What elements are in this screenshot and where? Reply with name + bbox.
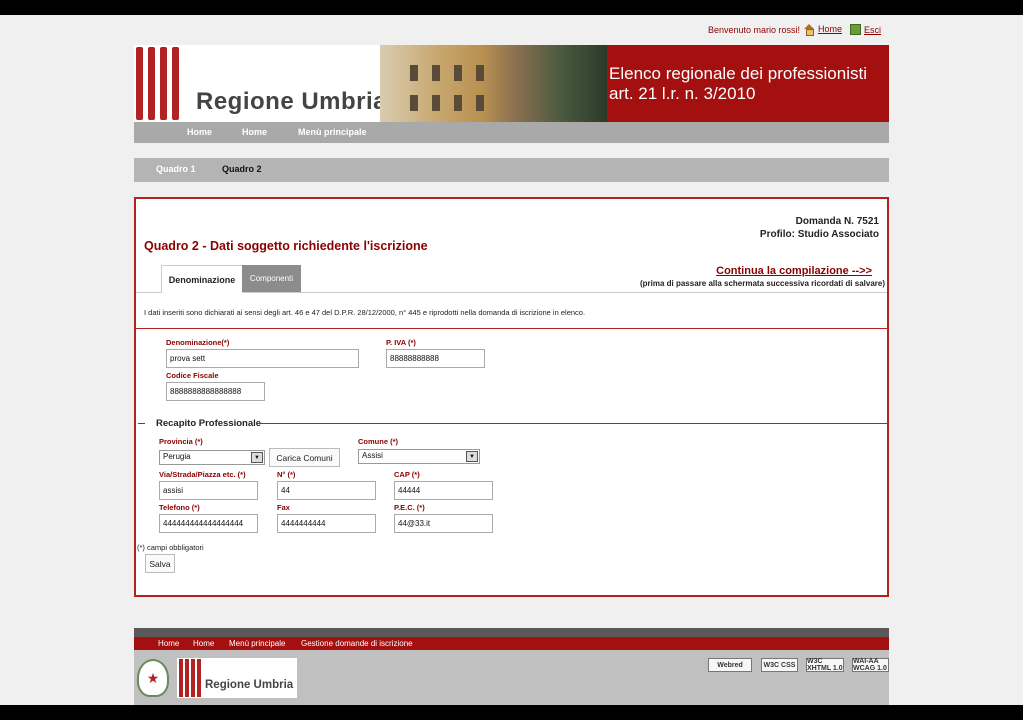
- provincia-label: Provincia (*): [159, 437, 203, 446]
- welcome-message: Benvenuto mario rossi!: [708, 25, 801, 35]
- footer-nav: Home Home Menù principale Gestione doman…: [134, 637, 889, 650]
- fieldset-rule-left: [138, 423, 145, 424]
- home-link-label[interactable]: Home: [818, 24, 842, 34]
- home-icon: [803, 24, 815, 36]
- w3c-css-badge[interactable]: W3C CSS: [761, 658, 798, 672]
- via-label: Via/Strada/Piazza etc. (*): [159, 470, 246, 479]
- telefono-label: Telefono (*): [159, 503, 200, 512]
- denominazione-label: Denominazione(*): [166, 338, 230, 347]
- codice-fiscale-label: Codice Fiscale: [166, 371, 219, 380]
- quadri-nav: Quadro 1 Quadro 2: [134, 158, 889, 182]
- building-photo: [380, 45, 607, 122]
- tab-denominazione[interactable]: Denominazione: [161, 265, 243, 293]
- italian-republic-emblem-icon: [137, 659, 169, 697]
- cap-field[interactable]: [394, 481, 493, 500]
- carica-comuni-button[interactable]: Carica Comuni: [269, 448, 340, 467]
- continue-note: (prima di passare alla schermata success…: [639, 279, 885, 288]
- piva-label: P. IVA (*): [386, 338, 416, 347]
- logout-link-label[interactable]: Esci: [864, 25, 881, 35]
- fieldset-rule-right: [260, 423, 887, 424]
- region-logo-icon: [134, 45, 184, 122]
- region-name: Regione Umbria: [196, 88, 388, 115]
- bottom-black-bar: [0, 705, 1023, 720]
- domanda-info: Domanda N. 7521 Profilo: Studio Associat…: [760, 215, 879, 241]
- header-banner: Regione Umbria Elenco regionale dei prof…: [134, 45, 889, 122]
- fax-label: Fax: [277, 503, 290, 512]
- chevron-down-icon: ▼: [251, 452, 263, 463]
- nav-home-1[interactable]: Home: [187, 127, 212, 137]
- nav-home-2[interactable]: Home: [242, 127, 267, 137]
- recapito-title: Recapito Professionale: [156, 418, 262, 429]
- footer-region-name: Regione Umbria: [205, 679, 294, 691]
- comune-selected: Assisi: [362, 451, 383, 460]
- numero-label: N° (*): [277, 470, 296, 479]
- codice-fiscale-field[interactable]: [166, 382, 265, 401]
- exit-icon: [850, 24, 861, 35]
- telefono-field[interactable]: [159, 514, 258, 533]
- footer-gestione-domande[interactable]: Gestione domande di iscrizione: [301, 639, 413, 648]
- section-divider: [136, 328, 887, 329]
- pec-field[interactable]: [394, 514, 493, 533]
- w3c-xhtml-badge[interactable]: W3C XHTML 1.0: [806, 658, 844, 672]
- top-black-bar: [0, 0, 1023, 15]
- banner-title: Elenco regionale dei professionisti art.…: [607, 45, 889, 122]
- nav-main-menu[interactable]: Menù principale: [298, 127, 367, 137]
- footer-home-2[interactable]: Home: [193, 639, 214, 648]
- fax-field[interactable]: [277, 514, 376, 533]
- via-field[interactable]: [159, 481, 258, 500]
- footer-home-1[interactable]: Home: [158, 639, 179, 648]
- comune-label: Comune (*): [358, 437, 398, 446]
- provincia-select[interactable]: Perugia ▼: [159, 450, 265, 465]
- footer-main-menu[interactable]: Menù principale: [229, 639, 285, 648]
- footer: Regione Umbria Webred W3C CSS W3C XHTML …: [134, 650, 889, 705]
- banner-title-line2: art. 21 l.r. n. 3/2010: [609, 84, 756, 103]
- form-panel: Domanda N. 7521 Profilo: Studio Associat…: [134, 197, 889, 597]
- main-nav: Home Home Menù principale: [134, 122, 889, 143]
- banner-title-line1: Elenco regionale dei professionisti: [609, 64, 867, 83]
- cap-label: CAP (*): [394, 470, 420, 479]
- save-button[interactable]: Salva: [145, 554, 175, 573]
- piva-field[interactable]: [386, 349, 485, 368]
- nav-quadro-2[interactable]: Quadro 2: [222, 164, 262, 174]
- tab-componenti[interactable]: Componenti: [242, 265, 301, 292]
- footer-top-strip: [134, 628, 889, 637]
- provincia-selected: Perugia: [163, 452, 191, 461]
- legal-disclaimer: I dati inseriti sono dichiarati ai sensi…: [144, 308, 586, 317]
- comune-select[interactable]: Assisi ▼: [358, 449, 480, 464]
- numero-field[interactable]: [277, 481, 376, 500]
- webred-badge[interactable]: Webred: [708, 658, 752, 672]
- chevron-down-icon: ▼: [466, 451, 478, 462]
- wai-aa-badge[interactable]: WAI-AA WCAG 1.0: [852, 658, 889, 672]
- domanda-number: Domanda N. 7521: [795, 216, 879, 227]
- continue-link[interactable]: Continua la compilazione -->>: [716, 265, 872, 277]
- logout-link[interactable]: Esci: [850, 24, 881, 35]
- footer-region-logo: Regione Umbria: [177, 658, 297, 698]
- page-title: Quadro 2 - Dati soggetto richiedente l'i…: [144, 239, 428, 253]
- required-note: (*) campi obbligatori: [137, 543, 204, 552]
- tab-divider: [136, 292, 887, 293]
- home-link[interactable]: Home: [803, 24, 842, 36]
- nav-quadro-1[interactable]: Quadro 1: [156, 164, 196, 174]
- profilo: Profilo: Studio Associato: [759, 229, 879, 240]
- pec-label: P.E.C. (*): [394, 503, 425, 512]
- denominazione-field[interactable]: [166, 349, 359, 368]
